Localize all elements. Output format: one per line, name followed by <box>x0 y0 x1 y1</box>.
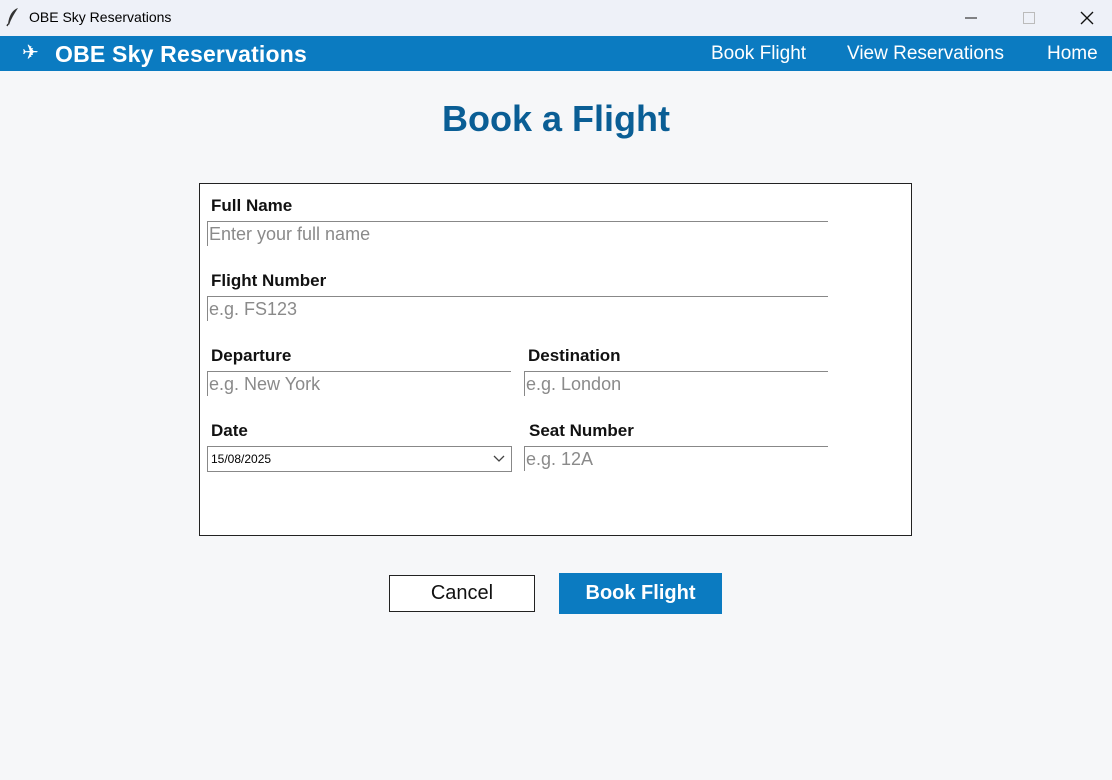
window-titlebar: OBE Sky Reservations <box>0 0 1112 36</box>
departure-input[interactable] <box>207 371 511 396</box>
nav-book-flight[interactable]: Book Flight <box>711 43 806 65</box>
minimize-button[interactable] <box>942 0 1000 36</box>
maximize-button[interactable] <box>1000 0 1058 36</box>
maximize-icon <box>1023 12 1035 24</box>
seat-number-label: Seat Number <box>529 421 634 440</box>
flight-number-label: Flight Number <box>211 271 327 290</box>
minimize-icon <box>965 17 977 19</box>
window-title: OBE Sky Reservations <box>29 9 172 25</box>
airplane-icon: ✈ <box>22 42 39 64</box>
destination-input[interactable] <box>524 371 828 396</box>
date-value: 15/08/2025 <box>211 452 272 466</box>
cancel-button[interactable]: Cancel <box>389 575 535 612</box>
brand-title: OBE Sky Reservations <box>55 41 308 67</box>
date-label: Date <box>211 421 248 440</box>
navbar: ✈ OBE Sky Reservations Book Flight View … <box>0 36 1112 71</box>
destination-label: Destination <box>528 346 621 365</box>
departure-label: Departure <box>211 346 292 365</box>
full-name-input[interactable] <box>207 221 828 246</box>
seat-number-input[interactable] <box>524 446 828 471</box>
close-button[interactable] <box>1058 0 1112 36</box>
chevron-down-icon <box>493 455 505 462</box>
close-icon <box>1080 11 1094 25</box>
page-title: Book a Flight <box>442 98 670 139</box>
full-name-label: Full Name <box>211 196 293 215</box>
nav-home[interactable]: Home <box>1047 43 1098 65</box>
date-picker[interactable]: 15/08/2025 <box>207 446 512 472</box>
book-flight-button[interactable]: Book Flight <box>559 573 722 614</box>
flight-number-input[interactable] <box>207 296 828 321</box>
feather-icon <box>6 8 18 27</box>
booking-form: Full Name Flight Number Departure Destin… <box>199 183 912 536</box>
nav-view-reservations[interactable]: View Reservations <box>847 43 1004 65</box>
